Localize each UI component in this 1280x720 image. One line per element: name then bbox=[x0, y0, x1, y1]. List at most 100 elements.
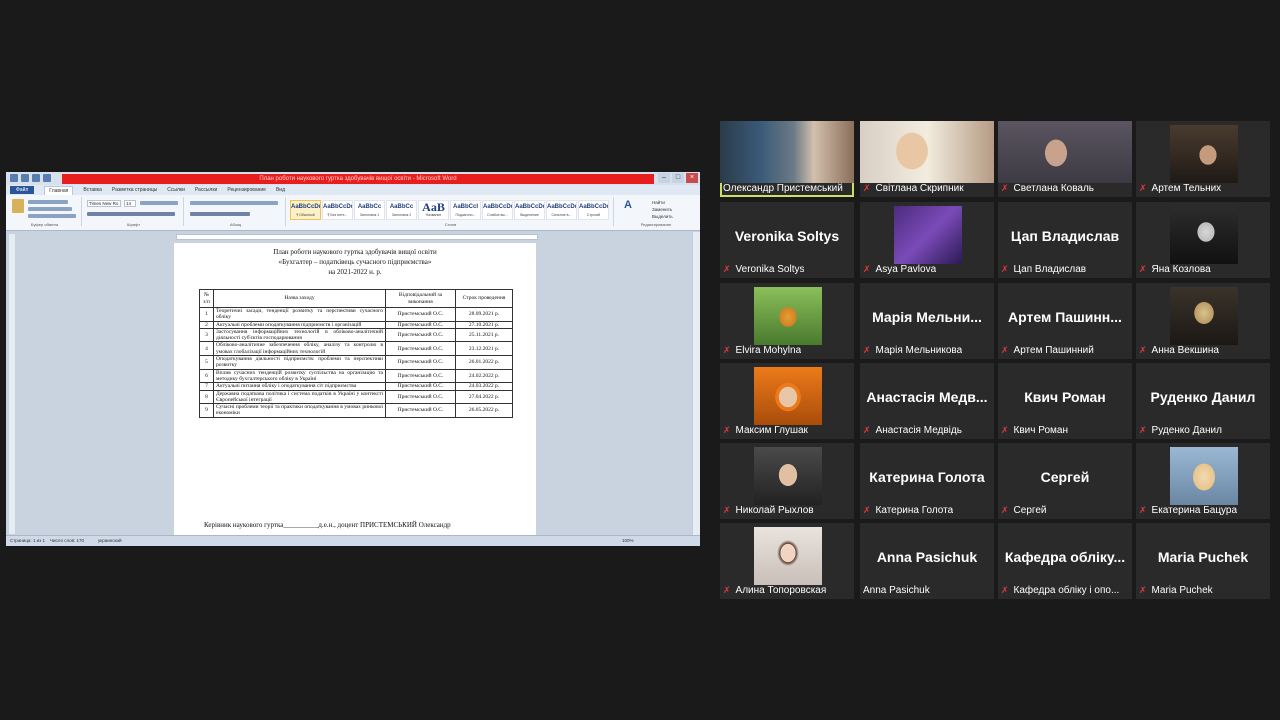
participant-tile[interactable]: Катерина Голота ✗ Катерина Голота bbox=[860, 443, 994, 519]
muted-mic-icon: ✗ bbox=[723, 344, 731, 355]
participant-tile[interactable]: Артем Пашинн... ✗ Артем Пашинний bbox=[998, 283, 1132, 359]
horizontal-ruler bbox=[176, 234, 538, 240]
muted-mic-icon: ✗ bbox=[723, 424, 731, 435]
participant-tile[interactable]: ✗ Анна Векшина bbox=[1136, 283, 1270, 359]
table-cell-responsible: Пристемський О.С. bbox=[385, 368, 456, 384]
participant-display-name: Кафедра обліку... bbox=[1004, 549, 1126, 565]
participant-tile[interactable]: Олександр Пристемський bbox=[720, 121, 854, 197]
table-cell-responsible: Пристемський О.С. bbox=[385, 341, 456, 357]
participant-name: Кафедра обліку і опо... bbox=[1013, 584, 1120, 596]
participant-name: Руденко Данил bbox=[1151, 424, 1222, 436]
participant-display-name: Марія Мельни... bbox=[872, 309, 982, 325]
table-row: 8 Державна податкова політика і система п… bbox=[199, 389, 513, 405]
shared-screen: План роботи наукового гуртка здобувачів … bbox=[6, 172, 700, 546]
undo-icon bbox=[32, 174, 40, 182]
participant-tile[interactable]: Марія Мельни... ✗ Марія Мельникова bbox=[860, 283, 994, 359]
table-cell-responsible: Пристемський О.С. bbox=[385, 355, 456, 370]
participant-display-name: Руденко Данил bbox=[1150, 389, 1256, 405]
table-cell-n: 1 bbox=[199, 307, 214, 322]
document-heading: План роботи наукового гуртка здобувачів … bbox=[174, 247, 536, 277]
participant-tile[interactable]: ✗ Максим Глушак bbox=[720, 363, 854, 439]
muted-mic-icon: ✗ bbox=[723, 504, 731, 515]
participant-tile[interactable]: ✗ Алина Топоровская bbox=[720, 523, 854, 599]
participant-tile[interactable]: Veronika Soltys ✗ Veronika Soltys bbox=[720, 202, 854, 278]
participant-tile[interactable]: ✗ Яна Козлова bbox=[1136, 202, 1270, 278]
table-cell-n: 8 bbox=[199, 389, 214, 405]
participant-name-label: ✗ Артем Пашинний bbox=[1001, 343, 1094, 357]
table-cell-n: 6 bbox=[199, 368, 214, 384]
paragraph-group: Абзац bbox=[186, 197, 286, 227]
muted-mic-icon: ✗ bbox=[1001, 584, 1009, 595]
table-cell-event: Сучасні проблеми теорії та практики опод… bbox=[213, 403, 386, 418]
col-number: № з/п bbox=[199, 289, 214, 308]
participant-name: Артем Пашинний bbox=[1013, 344, 1094, 356]
participant-name: Анна Векшина bbox=[1151, 344, 1219, 356]
style-intense-emphasis: AaBbCcDd Сильное в... bbox=[546, 200, 577, 220]
tab-references: Ссылки bbox=[167, 187, 185, 193]
participant-name: Светлана Коваль bbox=[1013, 182, 1095, 194]
table-cell-responsible: Пристемський О.С. bbox=[385, 307, 456, 322]
participant-tile[interactable]: Квич Роман ✗ Квич Роман bbox=[998, 363, 1132, 439]
vertical-ruler bbox=[9, 234, 15, 534]
muted-mic-icon: ✗ bbox=[1139, 584, 1147, 595]
participant-name-label: ✗ Марія Мельникова bbox=[863, 343, 962, 357]
participant-name-label: ✗ Maria Puchek bbox=[1139, 583, 1213, 597]
participant-name: Світлана Скрипник bbox=[875, 182, 964, 194]
participant-name: Артем Тельних bbox=[1151, 182, 1222, 194]
participant-name-label: ✗ Сергей bbox=[1001, 503, 1046, 517]
muted-mic-icon: ✗ bbox=[723, 584, 731, 595]
col-event: Назва заходу bbox=[213, 289, 386, 308]
table-cell-n: 3 bbox=[199, 327, 214, 343]
table-cell-event: Актуальні питання обліку і оподаткування… bbox=[213, 382, 386, 391]
participant-display-name: Сергей bbox=[1040, 469, 1090, 485]
participant-name-label: ✗ Катерина Голота bbox=[863, 503, 953, 517]
participant-tile[interactable]: Maria Puchek ✗ Maria Puchek bbox=[1136, 523, 1270, 599]
style-subtle-emphasis: AaBbCcDd Слабое вы... bbox=[482, 200, 513, 220]
table-row: 5 Оподаткування діяльності підприємств: п… bbox=[199, 355, 513, 370]
status-page: Страница: 1 из 1 bbox=[10, 538, 45, 543]
participant-tile[interactable]: ✗ Elvira Mohylna bbox=[720, 283, 854, 359]
table-cell-date: 24.02.2022 р. bbox=[455, 368, 513, 384]
participant-tile[interactable]: Руденко Данил ✗ Руденко Данил bbox=[1136, 363, 1270, 439]
table-row: 9 Сучасні проблеми теорії та практики опо… bbox=[199, 403, 513, 418]
participant-tile[interactable]: Anna Pasichuk Anna Pasichuk bbox=[860, 523, 994, 599]
window-title: План роботи наукового гуртка здобувачів … bbox=[62, 174, 654, 184]
participant-tile[interactable]: ✗ Світлана Скрипник bbox=[860, 121, 994, 197]
style-title: AaB Название bbox=[418, 200, 449, 220]
participant-tile[interactable]: ✗ Asya Pavlova bbox=[860, 202, 994, 278]
participant-tile[interactable]: Сергей ✗ Сергей bbox=[998, 443, 1132, 519]
participant-name: Квич Роман bbox=[1013, 424, 1069, 436]
participant-name: Цап Владислав bbox=[1013, 263, 1087, 275]
status-language: украинский bbox=[98, 538, 122, 543]
muted-mic-icon: ✗ bbox=[1001, 344, 1009, 355]
table-cell-event: Оподаткування діяльності підприємств: пр… bbox=[213, 355, 386, 370]
participant-name-label: ✗ Артем Тельних bbox=[1139, 181, 1221, 195]
participant-display-name: Анастасія Медв... bbox=[866, 389, 988, 405]
participant-name-label: ✗ Анна Векшина bbox=[1139, 343, 1219, 357]
participant-tile[interactable]: ✗ Екатерина Бацура bbox=[1136, 443, 1270, 519]
muted-mic-icon: ✗ bbox=[1139, 424, 1147, 435]
participant-name-label: ✗ Яна Козлова bbox=[1139, 262, 1211, 276]
participant-name-label: ✗ Кафедра обліку і опо... bbox=[1001, 583, 1119, 597]
participant-name: Сергей bbox=[1013, 504, 1047, 516]
participant-video bbox=[754, 447, 822, 505]
redo-icon bbox=[43, 174, 51, 182]
status-bar: Страница: 1 из 1 Число слов: 170 украинс… bbox=[6, 535, 700, 546]
participant-name-label: ✗ Руденко Данил bbox=[1139, 423, 1222, 437]
participant-tile[interactable]: Анастасія Медв... ✗ Анастасія Медвідь bbox=[860, 363, 994, 439]
participant-tile[interactable]: Кафедра обліку... ✗ Кафедра обліку і опо..… bbox=[998, 523, 1132, 599]
muted-mic-icon: ✗ bbox=[723, 263, 731, 274]
tab-mailings: Рассылки bbox=[194, 187, 218, 193]
participant-name-label: ✗ Светлана Коваль bbox=[1001, 181, 1094, 195]
minimize-icon: – bbox=[658, 173, 670, 183]
participant-tile[interactable]: ✗ Николай Рыхлов bbox=[720, 443, 854, 519]
participant-tile[interactable]: ✗ Артем Тельних bbox=[1136, 121, 1270, 197]
close-icon: × bbox=[686, 173, 698, 183]
document-footer: Керівник наукового гуртка__________д.е.н… bbox=[204, 521, 451, 529]
table-cell-n: 4 bbox=[199, 341, 214, 357]
muted-mic-icon: ✗ bbox=[1001, 263, 1009, 274]
participant-name: Asya Pavlova bbox=[875, 263, 937, 275]
table-cell-responsible: Пристемський О.С. bbox=[385, 320, 456, 329]
participant-tile[interactable]: Цап Владислав ✗ Цап Владислав bbox=[998, 202, 1132, 278]
participant-tile[interactable]: ✗ Светлана Коваль bbox=[998, 121, 1132, 197]
